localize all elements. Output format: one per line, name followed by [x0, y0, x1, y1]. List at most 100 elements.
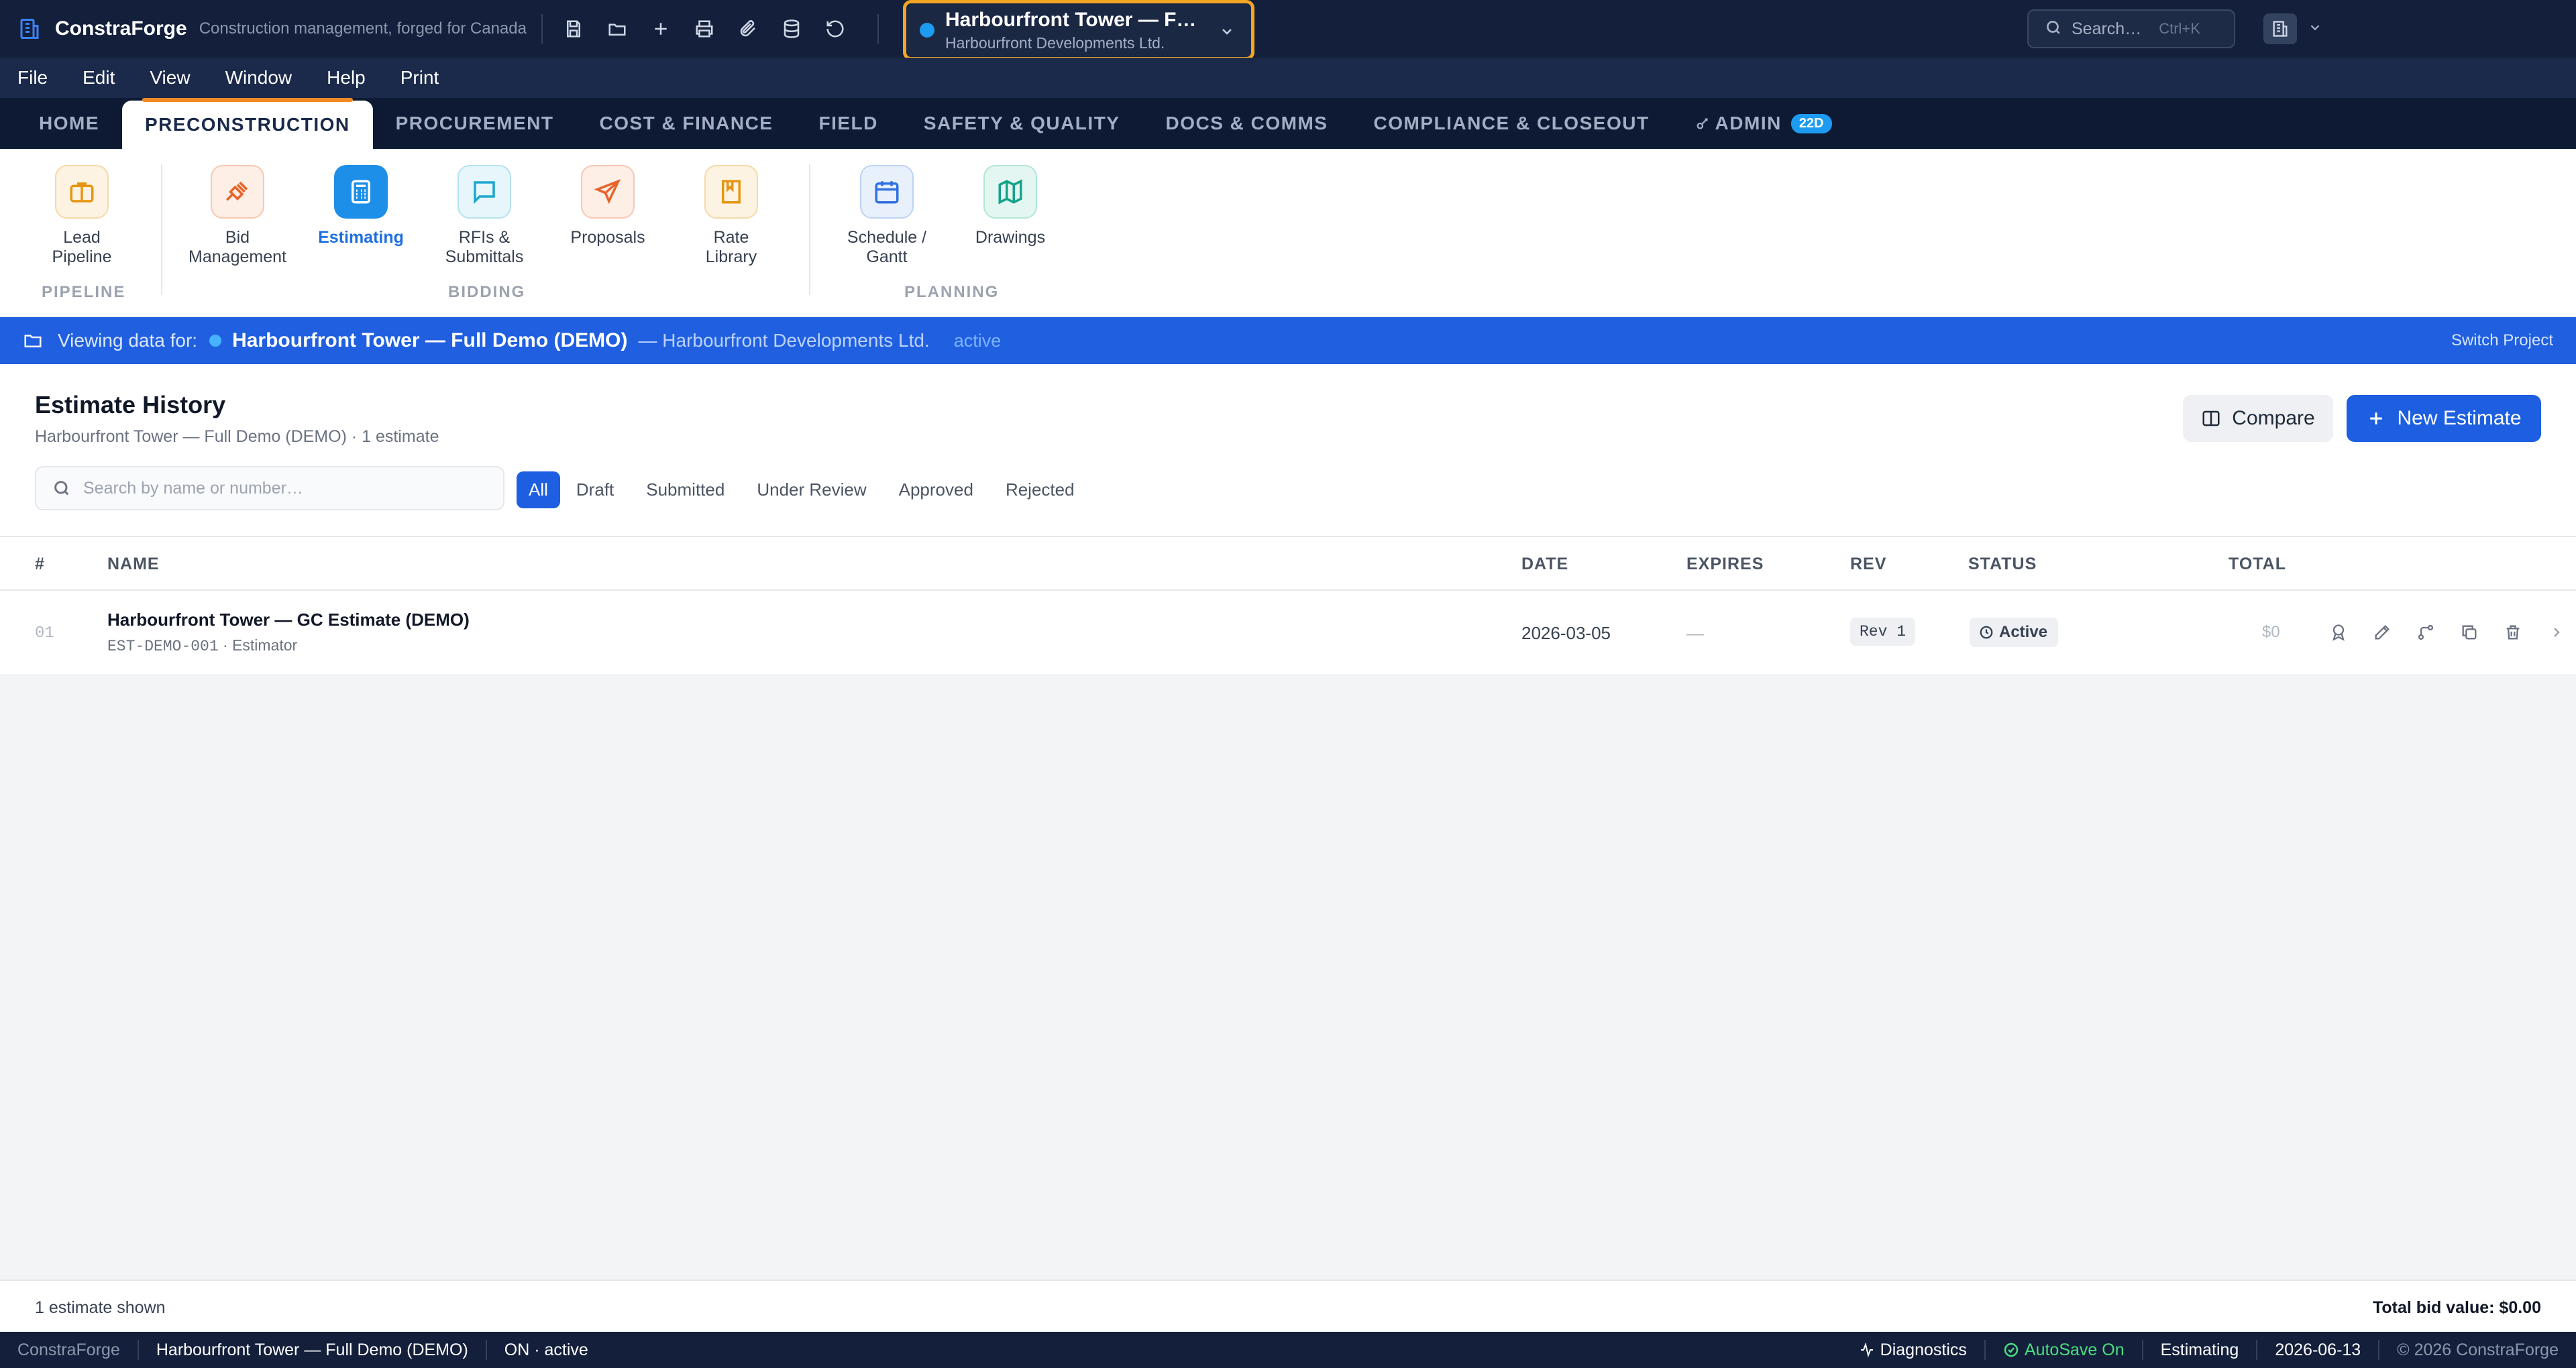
tab-procurement[interactable]: PROCUREMENT [373, 98, 577, 149]
column-rev[interactable]: REV [1850, 555, 1886, 574]
row-revision-badge: Rev 1 [1850, 618, 1916, 646]
column-date[interactable]: DATE [1521, 555, 1568, 574]
project-selector[interactable]: Harbourfront Tower — F… Harbourfront Dev… [903, 0, 1254, 60]
divider [541, 14, 543, 44]
viewing-banner: Viewing data for: Harbourfront Tower — F… [0, 317, 2576, 364]
global-search-input[interactable]: Search… Ctrl+K [2027, 9, 2235, 48]
tab-safety-quality[interactable]: SAFETY & QUALITY [901, 98, 1143, 149]
printer-icon[interactable] [688, 13, 720, 45]
menu-file[interactable]: File [17, 67, 48, 89]
row-name: Harbourfront Tower — GC Estimate (DEMO) [107, 610, 470, 630]
table-row[interactable]: 01 Harbourfront Tower — GC Estimate (DEM… [0, 591, 2576, 674]
ribbon-estimating[interactable]: Estimating [301, 165, 421, 247]
ribbon-proposals[interactable]: Proposals [547, 165, 668, 247]
chevron-down-icon[interactable] [2308, 20, 2322, 38]
status-date: 2026-06-13 [2257, 1340, 2380, 1360]
diagnostics-button[interactable]: Diagnostics [1841, 1340, 1986, 1360]
ribbon-rfis-submittals[interactable]: RFIs & Submittals [424, 165, 545, 267]
search-icon [2045, 19, 2062, 40]
award-icon[interactable] [2326, 620, 2351, 644]
save-icon[interactable] [557, 13, 590, 45]
estimate-search-input[interactable]: Search by name or number… [35, 466, 504, 510]
gavel-icon [211, 165, 264, 219]
total-bid-value: Total bid value: $0.00 [2372, 1298, 2541, 1317]
copy-icon[interactable] [2457, 620, 2481, 644]
building-icon [16, 15, 43, 42]
folder-open-icon[interactable] [601, 13, 633, 45]
status-filters: All Draft Submitted Under Review Approve… [517, 471, 1091, 508]
ribbon-label: Bid Management [189, 228, 286, 266]
ribbon-label: Lead Pipeline [52, 228, 112, 266]
column-status[interactable]: STATUS [1968, 555, 2037, 574]
menu-help[interactable]: Help [327, 67, 366, 89]
filter-submitted[interactable]: Submitted [630, 471, 741, 508]
column-total[interactable]: TOTAL [2229, 555, 2286, 574]
row-status-badge: Active [1970, 618, 2059, 647]
ribbon-rate-library[interactable]: Rate Library [671, 165, 792, 267]
column-name[interactable]: NAME [107, 555, 160, 574]
viewing-owner: — Harbourfront Developments Ltd. [638, 330, 930, 351]
tab-docs-comms[interactable]: DOCS & COMMS [1142, 98, 1350, 149]
database-icon[interactable] [775, 13, 808, 45]
menu-print[interactable]: Print [400, 67, 439, 89]
menu-window[interactable]: Window [225, 67, 292, 89]
tab-preconstruction[interactable]: PRECONSTRUCTION [122, 98, 373, 149]
filter-under-review[interactable]: Under Review [741, 471, 882, 508]
tab-admin[interactable]: ADMIN 22D [1672, 98, 1855, 149]
ribbon-label: Rate Library [705, 228, 757, 266]
brand: ConstraForge Construction management, fo… [16, 15, 527, 42]
filter-all[interactable]: All [517, 471, 560, 508]
tab-field[interactable]: FIELD [796, 98, 900, 149]
calendar-icon [860, 165, 914, 219]
new-estimate-label: New Estimate [2397, 407, 2522, 429]
ribbon-divider [161, 164, 162, 295]
menu-edit[interactable]: Edit [83, 67, 115, 89]
tab-home[interactable]: HOME [16, 98, 122, 149]
filter-draft[interactable]: Draft [560, 471, 630, 508]
estimate-search-placeholder: Search by name or number… [83, 478, 303, 498]
compare-label: Compare [2232, 407, 2315, 429]
tab-admin-label: ADMIN [1715, 113, 1782, 133]
filter-rejected[interactable]: Rejected [989, 471, 1091, 508]
column-expires[interactable]: EXPIRES [1686, 555, 1764, 574]
status-state: ON · active [504, 1340, 588, 1359]
ribbon-drawings[interactable]: Drawings [950, 165, 1071, 247]
refresh-icon[interactable] [819, 13, 851, 45]
paperclip-icon[interactable] [732, 13, 764, 45]
tab-compliance-closeout[interactable]: COMPLIANCE & CLOSEOUT [1350, 98, 1672, 149]
ribbon-bid-management[interactable]: Bid Management [177, 165, 298, 267]
filter-approved[interactable]: Approved [883, 471, 989, 508]
trash-icon[interactable] [2501, 620, 2525, 644]
status-project: Harbourfront Tower — Full Demo (DEMO) [139, 1340, 487, 1360]
edit-icon[interactable] [2370, 620, 2394, 644]
status-bar: ConstraForge Harbourfront Tower — Full D… [0, 1332, 2576, 1368]
building-icon[interactable] [2263, 13, 2297, 44]
project-status-dot [209, 335, 222, 347]
viewing-status: active [953, 330, 1002, 351]
ribbon-label: Drawings [975, 228, 1046, 247]
ribbon-schedule-gantt[interactable]: Schedule / Gantt [826, 165, 947, 267]
book-icon [704, 165, 758, 219]
admin-badge: 22D [1790, 113, 1832, 133]
plus-icon[interactable] [645, 13, 677, 45]
calculator-icon [334, 165, 388, 219]
column-number[interactable]: # [35, 555, 45, 574]
ribbon-group-bidding: BIDDING [448, 283, 526, 301]
row-total: $0 [2262, 623, 2280, 641]
briefcase-icon [55, 165, 109, 219]
switch-project-link[interactable]: Switch Project [2451, 331, 2553, 350]
compare-button[interactable]: Compare [2183, 395, 2333, 442]
ribbon-label: Estimating [318, 228, 404, 247]
autosave-status[interactable]: AutoSave On [1986, 1340, 2143, 1360]
project-status-dot [920, 23, 934, 38]
new-estimate-button[interactable]: New Estimate [2347, 395, 2541, 442]
company-switcher[interactable] [2263, 13, 2322, 44]
ribbon-lead-pipeline[interactable]: Lead Pipeline [21, 165, 142, 267]
row-expires: — [1686, 623, 1704, 643]
project-selector-subtitle: Harbourfront Developments Ltd. [945, 34, 1165, 52]
branch-icon[interactable] [2414, 620, 2438, 644]
viewing-label: Viewing data for: [58, 330, 198, 351]
menu-view[interactable]: View [150, 67, 190, 89]
chevron-right-icon[interactable] [2544, 620, 2569, 644]
tab-cost-finance[interactable]: COST & FINANCE [576, 98, 796, 149]
